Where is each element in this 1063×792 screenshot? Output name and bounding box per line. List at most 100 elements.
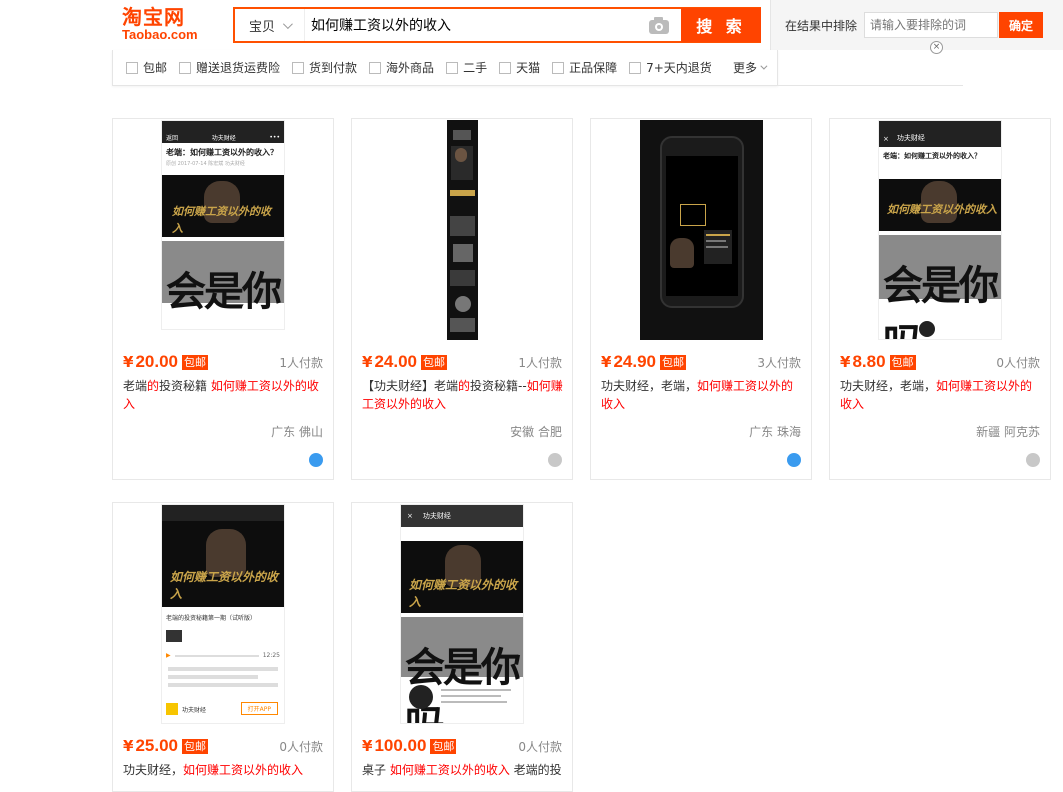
search-input[interactable] <box>305 9 647 41</box>
filter-label: 货到付款 <box>309 61 358 75</box>
back-label: 返回 <box>166 134 179 142</box>
price: 100.00 <box>374 736 427 755</box>
shop-location: 广东 珠海 <box>749 425 801 439</box>
filter-label: 海外商品 <box>386 61 435 75</box>
filter-return-insurance[interactable]: 赠送退货运费险 <box>179 59 280 76</box>
free-shipping-badge: 包邮 <box>659 354 686 370</box>
shop-location: 新疆 阿克苏 <box>976 425 1040 439</box>
app-title: 功夫财经 <box>422 512 451 520</box>
price: 25.00 <box>135 736 178 755</box>
currency-symbol: ¥ <box>123 353 134 371</box>
title-text: 桌子 <box>362 763 390 777</box>
wangwang-chat-icon[interactable] <box>1026 453 1040 467</box>
filter-free-shipping[interactable]: 包邮 <box>126 59 167 76</box>
product-image[interactable]: ×功夫财经 老端：如何赚工资以外的收入？ 如何赚工资以外的收入 会是你吗 <box>830 119 1050 341</box>
filter-label: 天猫 <box>516 61 541 75</box>
checkbox[interactable] <box>179 61 192 74</box>
product-card[interactable]: ×功夫财经 老端：如何赚工资以外的收入？ 如何赚工资以外的收入 会是你吗 ¥ 8… <box>829 118 1051 480</box>
checkbox[interactable] <box>292 61 305 74</box>
product-card[interactable]: ×功夫财经 如何赚工资以外的收入 会是你吗 ¥ 100.00 包邮 0人付款 桌… <box>351 502 573 792</box>
price: 24.90 <box>613 352 656 371</box>
more-label: 更多 <box>732 61 757 75</box>
product-image[interactable]: 返回 功夫财经 ••• 老端：如何赚工资以外的收入？ 原创 2017-07-14 陈… <box>113 119 333 341</box>
taobao-logo[interactable]: 淘宝网 Taobao.com <box>122 6 204 42</box>
filter-tmall[interactable]: 天猫 <box>499 59 540 76</box>
price-row: ¥ 20.00 包邮 <box>123 352 208 372</box>
product-title[interactable]: 功夫财经，老端，如何赚工资以外的收入 <box>601 377 803 413</box>
shop-location: 广东 佛山 <box>271 425 323 439</box>
product-image[interactable]: ×功夫财经 如何赚工资以外的收入 会是你吗 <box>352 503 572 725</box>
article-title: 老端：如何赚工资以外的收入？ <box>883 152 981 160</box>
exclude-confirm-button[interactable]: 确定 <box>999 12 1043 38</box>
currency-symbol: ¥ <box>362 353 373 371</box>
product-title[interactable]: 功夫财经，老端，如何赚工资以外的收入 <box>840 377 1042 413</box>
product-card[interactable]: 返回 功夫财经 ••• 老端：如何赚工资以外的收入？ 原创 2017-07-14 陈… <box>112 118 334 480</box>
product-card[interactable]: ¥ 24.90 包邮 3人付款 功夫财经，老端，如何赚工资以外的收入 广东 珠海 <box>590 118 812 480</box>
checkbox[interactable] <box>369 61 382 74</box>
price-row: ¥ 100.00 包邮 <box>362 736 457 756</box>
checkbox[interactable] <box>499 61 512 74</box>
exclude-input[interactable] <box>864 12 998 38</box>
shop-location: 安徽 合肥 <box>510 425 562 439</box>
checkbox[interactable] <box>446 61 459 74</box>
price-row: ¥ 25.00 包邮 <box>123 736 208 756</box>
product-title[interactable]: 【功夫财经】老端的投资秘籍--如何赚工资以外的收入 <box>362 377 564 413</box>
search-header: 淘宝网 Taobao.com 宝贝 搜 索 在结果中排除 确定 <box>112 0 1063 50</box>
currency-symbol: ¥ <box>123 737 134 755</box>
wangwang-chat-icon[interactable] <box>787 453 801 467</box>
filter-cash-on-delivery[interactable]: 货到付款 <box>292 59 357 76</box>
price: 24.00 <box>374 352 417 371</box>
deal-count: 1人付款 <box>518 356 562 370</box>
product-card[interactable]: 如何赚工资以外的收入 老端的投资秘籍第一期（试听版） ▶ 12:25 功夫财经 … <box>112 502 334 792</box>
filter-overseas[interactable]: 海外商品 <box>369 59 434 76</box>
title-highlight: 如何赚工资以外的收入 <box>183 763 304 777</box>
poster-text: 如何赚工资以外的收入 <box>172 205 271 235</box>
product-title[interactable]: 桌子 如何赚工资以外的收入 老端的投 <box>362 761 564 779</box>
currency-symbol: ¥ <box>362 737 373 755</box>
chevron-down-icon <box>760 62 768 70</box>
deal-count: 1人付款 <box>279 356 323 370</box>
price: 8.80 <box>852 352 886 371</box>
product-title[interactable]: 功夫财经，如何赚工资以外的收入 <box>123 761 325 779</box>
video-text: 会是你吗 <box>166 269 282 329</box>
camera-icon[interactable] <box>647 15 671 35</box>
filter-second-hand[interactable]: 二手 <box>446 59 487 76</box>
filter-genuine[interactable]: 正品保障 <box>552 59 617 76</box>
more-filters-button[interactable]: 更多 <box>732 59 768 76</box>
price-row: ¥ 8.80 包邮 <box>840 352 916 372</box>
product-card[interactable]: ¥ 24.00 包邮 1人付款 【功夫财经】老端的投资秘籍--如何赚工资以外的收… <box>351 118 573 480</box>
product-image[interactable] <box>352 119 572 341</box>
product-image[interactable]: 如何赚工资以外的收入 老端的投资秘籍第一期（试听版） ▶ 12:25 功夫财经 … <box>113 503 333 725</box>
search-category-dropdown[interactable]: 宝贝 <box>235 9 305 41</box>
free-shipping-badge: 包邮 <box>181 354 208 370</box>
video-text: 会是你吗 <box>405 645 521 723</box>
title-text: 功夫财经， <box>123 763 184 777</box>
checkbox[interactable] <box>126 61 138 74</box>
filter-label: 正品保障 <box>569 61 618 75</box>
checkbox[interactable] <box>552 61 565 74</box>
logo-english: Taobao.com <box>122 27 198 42</box>
checkbox[interactable] <box>629 61 642 74</box>
filter-label: 包邮 <box>143 61 168 75</box>
close-icon[interactable]: × <box>930 41 943 54</box>
wangwang-chat-icon[interactable] <box>309 453 323 467</box>
filter-7day-return[interactable]: 7+天内退货 <box>629 59 712 76</box>
product-image[interactable] <box>591 119 811 341</box>
title-text: 功夫财经，老端， <box>601 379 698 393</box>
title-text: 投资秘籍 <box>159 379 211 393</box>
deal-count: 0人付款 <box>279 740 323 754</box>
free-shipping-badge: 包邮 <box>181 738 208 754</box>
app-name: 功夫财经 <box>182 706 207 714</box>
exclude-label: 在结果中排除 <box>785 19 858 33</box>
open-app-button: 打开APP <box>240 702 278 715</box>
title-highlight: 的 <box>147 379 160 393</box>
filter-label: 7+天内退货 <box>646 61 712 75</box>
chevron-down-icon <box>282 18 293 29</box>
product-title[interactable]: 老端的投资秘籍 如何赚工资以外的收入 <box>123 377 325 413</box>
deal-count: 0人付款 <box>996 356 1040 370</box>
free-shipping-badge: 包邮 <box>430 738 457 754</box>
currency-symbol: ¥ <box>601 353 612 371</box>
search-button[interactable]: 搜 索 <box>681 8 761 42</box>
wangwang-chat-icon[interactable] <box>548 453 562 467</box>
title-text: 【功夫财经】老端 <box>362 379 459 393</box>
